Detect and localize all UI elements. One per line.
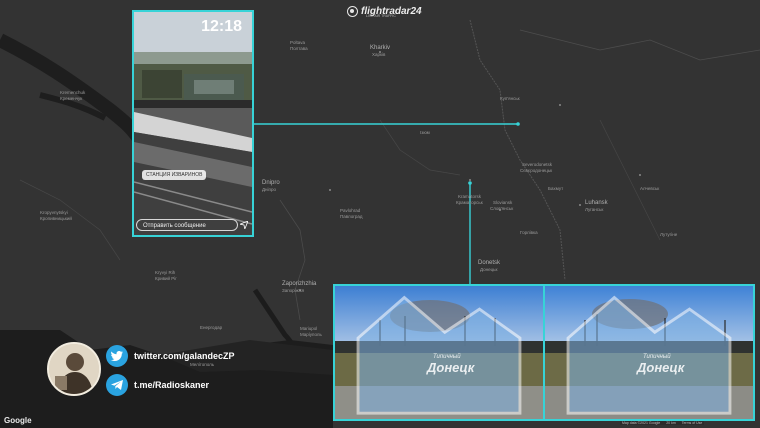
google-logo[interactable]: Google [4, 416, 32, 425]
map-label: Pavlohrad [340, 208, 361, 213]
map-label: Кременчук [60, 96, 83, 101]
radar-icon [347, 5, 358, 17]
map-label: Ізюм [420, 130, 430, 135]
photo-right: Типичный Донецк [545, 286, 753, 419]
photo-left: Типичный Донецк [335, 286, 543, 419]
author-avatar [47, 342, 101, 396]
map-label: Запоріжжя [282, 288, 305, 293]
photo-pair: Типичный Донецк Типичный Донецк [333, 284, 755, 421]
map-label: Павлоград [340, 214, 363, 219]
map-label: Харків [372, 52, 386, 57]
map-label: Енергодар [200, 325, 223, 330]
watermark-bottom: Донецк [427, 360, 475, 375]
map-label: Sloviansk [493, 200, 513, 205]
phone-clock: 12:18 [201, 18, 242, 35]
map-label: Луганськ [585, 207, 604, 212]
telegram-icon [106, 374, 128, 396]
map-label: Краматорськ [456, 200, 483, 205]
brand-tagline: LIVE AIR TRAFFIC [366, 14, 396, 18]
map-label: Kropyvnytskyi [40, 210, 68, 215]
telegram-handle[interactable]: t.me/Radioskaner [134, 380, 209, 390]
map-label: Дніпро [262, 187, 276, 192]
map-label: Dnipro [262, 180, 280, 186]
map-label: Donetsk [478, 260, 501, 266]
map-label: Алчевськ [640, 186, 660, 191]
map-label: Бахмут [548, 186, 564, 191]
map-label: Горлівка [520, 230, 538, 235]
map-data-credit[interactable]: Map data ©2021 Google [622, 421, 660, 425]
map-label: Mariupol [300, 326, 318, 331]
map-label: Донецьк [480, 267, 498, 272]
phone-video-frame: 12:18 СТАНЦИЯ ИЗВАРИНОВ Отправить сообще… [132, 10, 254, 237]
map-label: Слов'янськ [490, 206, 514, 211]
map-label: Kryvyi Rih [155, 270, 176, 275]
map-label: Кропивницький [40, 216, 72, 221]
map-label: Полтава [290, 46, 308, 51]
map-label: Poltava [290, 40, 306, 45]
phone-photo [134, 12, 252, 235]
location-tag[interactable]: СТАНЦИЯ ИЗВАРИНОВ [142, 170, 207, 180]
map-label: Кривий Ріг [155, 276, 177, 281]
map-label: Kharkiv [370, 45, 391, 51]
map-label: Маріуполь [300, 332, 322, 337]
map-label: Luhansk [585, 200, 608, 206]
map-label: Kremenchuk [60, 90, 86, 95]
map-label: Severodonetsk [522, 162, 553, 167]
send-icon[interactable] [240, 221, 248, 229]
twitter-link[interactable]: twitter.com/galandecZP [106, 345, 235, 367]
twitter-icon [106, 345, 128, 367]
map-label: Куп'янськ [500, 96, 520, 101]
map-scale: 20 km [666, 421, 676, 425]
message-input[interactable]: Отправить сообщение [136, 219, 238, 231]
watermark-logo [566, 295, 732, 415]
watermark-bottom: Донецк [637, 360, 685, 375]
terms-link[interactable]: Terms of Use [682, 421, 703, 425]
map-label: Сєвєродонецьк [520, 168, 553, 173]
twitter-handle[interactable]: twitter.com/galandecZP [134, 351, 235, 361]
screen: Kharkiv Харків Kramatorsk Краматорськ Sl… [0, 0, 760, 428]
map-label: Zaporizhzhia [282, 281, 317, 287]
map-label: Лутугіне [660, 232, 678, 237]
map-credits: Map data ©2021 Google 20 km Terms of Use [620, 421, 705, 425]
watermark-logo [356, 295, 522, 415]
map-label: Kramatorsk [458, 194, 482, 199]
telegram-link[interactable]: t.me/Radioskaner [106, 374, 209, 396]
